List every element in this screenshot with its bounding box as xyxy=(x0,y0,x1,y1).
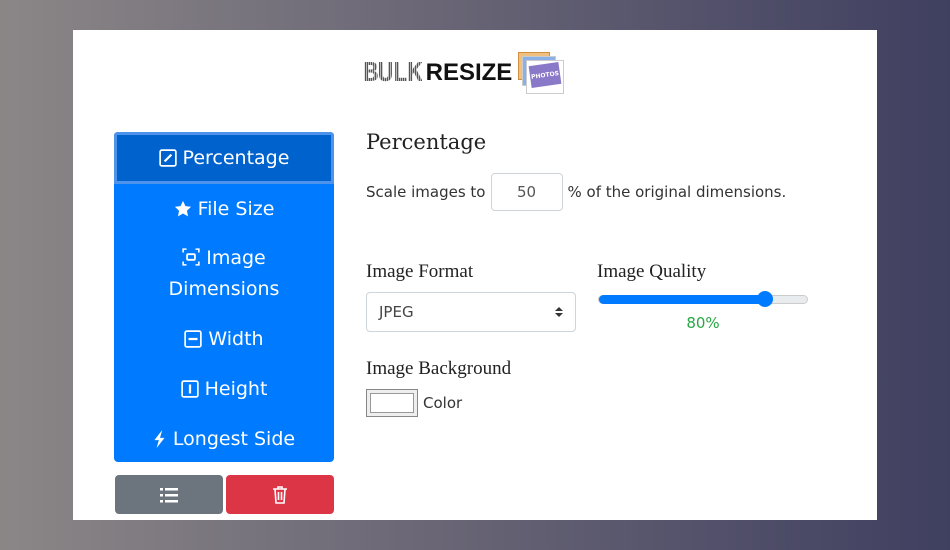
crop-focus-icon xyxy=(182,248,200,266)
trash-icon xyxy=(273,485,287,504)
color-label: Color xyxy=(423,394,463,412)
image-quality-slider[interactable] xyxy=(598,291,808,307)
list-button[interactable] xyxy=(115,475,223,514)
menu-item-width[interactable]: Width xyxy=(114,314,334,364)
photos-logo-icon: PHOTOS xyxy=(518,51,565,94)
scale-suffix: % of the original dimensions. xyxy=(567,183,787,201)
bar-square-icon xyxy=(180,380,199,398)
image-quality-value: 80% xyxy=(686,314,720,332)
image-quality-label: Image Quality xyxy=(597,261,707,282)
dash-square-icon xyxy=(184,330,203,348)
scale-prefix: Scale images to xyxy=(366,183,486,201)
list-icon xyxy=(160,487,178,502)
section-title: Percentage xyxy=(366,130,487,154)
menu-item-height[interactable]: Height xyxy=(114,364,334,414)
menu-item-image-dimensions[interactable]: Image Dimensions xyxy=(114,234,334,314)
lightning-icon xyxy=(154,430,165,448)
resize-mode-menu: Percentage File Size Image Dimensions Wi… xyxy=(114,132,334,462)
pencil-square-icon xyxy=(158,149,177,167)
menu-item-file-size[interactable]: File Size xyxy=(114,184,334,234)
slider-thumb[interactable] xyxy=(757,291,774,307)
logo-resize: RESIZE xyxy=(425,58,513,86)
delete-button[interactable] xyxy=(226,475,334,514)
background-color-picker[interactable] xyxy=(366,389,418,417)
menu-item-percentage[interactable]: Percentage xyxy=(114,132,334,184)
logo-bulk: BULK xyxy=(363,57,423,88)
app-panel: BULK RESIZE PHOTOS Percentage File Size … xyxy=(73,30,877,520)
menu-item-longest-side[interactable]: Longest Side xyxy=(114,414,334,462)
image-format-select[interactable]: JPEG xyxy=(366,292,576,332)
settings-main: Percentage Scale images to % of the orig… xyxy=(366,130,866,417)
star-icon xyxy=(174,200,191,217)
image-background-label: Image Background xyxy=(366,358,512,379)
select-arrows-icon xyxy=(555,307,563,317)
scale-percentage-input[interactable] xyxy=(490,173,563,211)
logo: BULK RESIZE PHOTOS xyxy=(363,50,565,95)
image-format-label: Image Format xyxy=(366,261,474,282)
